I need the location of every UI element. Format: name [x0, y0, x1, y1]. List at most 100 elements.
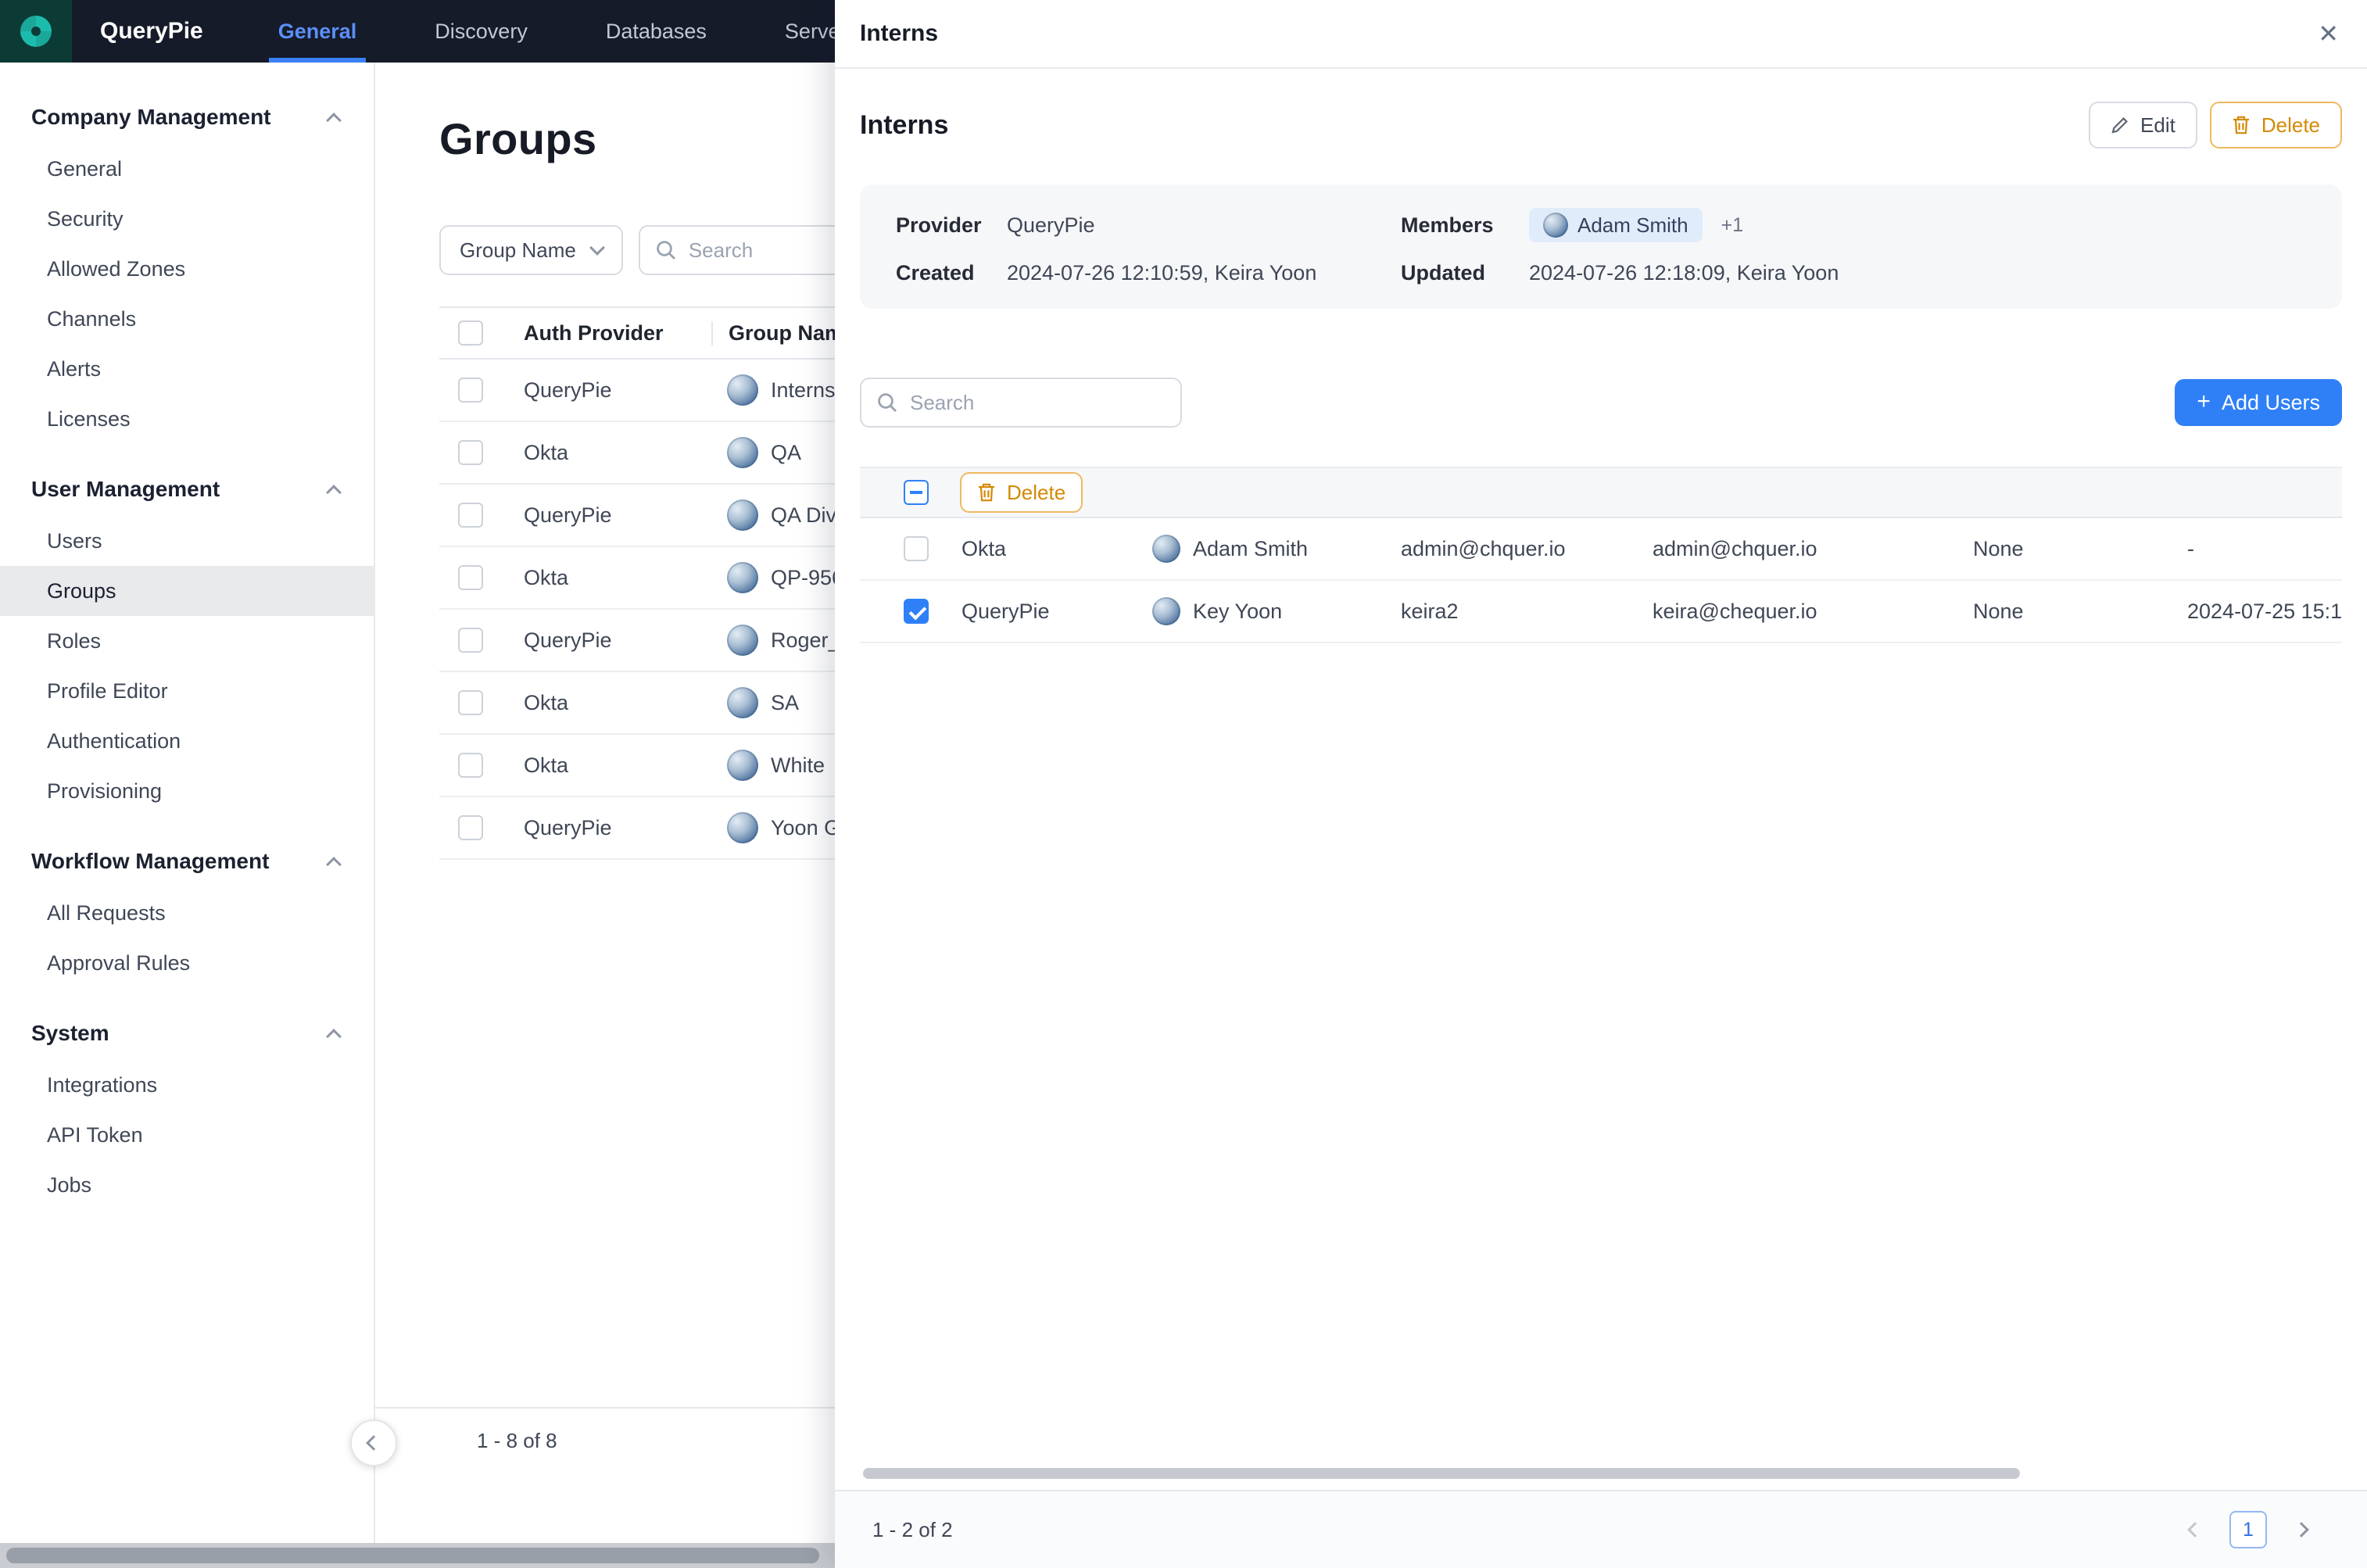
row-checkbox[interactable]	[458, 690, 483, 715]
members-table: Delete Okta Adam Smith admin@chquer.io a…	[860, 467, 2342, 643]
group-info-panel: Provider QueryPie Members Adam Smith +1 …	[860, 184, 2342, 309]
member-avatar	[1543, 213, 1568, 238]
sidebar-item-authentication[interactable]: Authentication	[0, 716, 374, 766]
prev-page-button[interactable]	[2183, 1517, 2208, 1542]
sidebar-item-profile-editor[interactable]: Profile Editor	[0, 666, 374, 716]
member-email: admin@chquer.io	[1653, 537, 1973, 561]
members-label: Members	[1401, 213, 1529, 238]
sidebar-item-jobs[interactable]: Jobs	[0, 1160, 374, 1210]
querypie-logo[interactable]	[0, 0, 72, 63]
members-search-input[interactable]	[910, 391, 1165, 415]
sidebar-item-roles[interactable]: Roles	[0, 616, 374, 666]
querypie-logo-icon	[17, 13, 55, 50]
sidebar-section-title-user-management[interactable]: User Management	[0, 463, 374, 516]
group-avatar	[727, 812, 758, 843]
section-title-label: System	[31, 1021, 109, 1046]
member-row[interactable]: QueryPie Key Yoon keira2 keira@chequer.i…	[860, 581, 2342, 643]
trash-icon	[2232, 115, 2251, 135]
members-search-box	[860, 378, 1182, 428]
delete-button-label: Delete	[2261, 113, 2320, 138]
next-page-button[interactable]	[2289, 1517, 2314, 1542]
row-checkbox[interactable]	[458, 753, 483, 778]
group-name-value[interactable]: Interns	[771, 378, 836, 403]
row-checkbox[interactable]	[458, 378, 483, 403]
delete-group-button[interactable]: Delete	[2210, 102, 2342, 149]
updated-value: 2024-07-26 12:18:09, Keira Yoon	[1529, 261, 2317, 285]
scrollbar-thumb[interactable]	[6, 1548, 819, 1563]
sidebar-item-general[interactable]: General	[0, 144, 374, 194]
pagination-range: 1 - 8 of 8	[477, 1429, 557, 1452]
drawer-title: Interns	[860, 20, 938, 47]
nav-tab-databases[interactable]: Databases	[600, 0, 713, 63]
row-checkbox[interactable]	[458, 440, 483, 465]
section-title-label: Company Management	[31, 105, 271, 130]
created-value: 2024-07-26 12:10:59, Keira Yoon	[1007, 261, 1401, 285]
add-users-button[interactable]: + Add Users	[2175, 379, 2342, 426]
group-name-value[interactable]: SA	[771, 691, 799, 715]
sidebar-section-system: System Integrations API Token Jobs	[0, 1007, 374, 1210]
close-icon[interactable]: ✕	[2318, 21, 2339, 46]
updated-label: Updated	[1401, 261, 1529, 285]
sidebar-item-channels[interactable]: Channels	[0, 294, 374, 344]
drawer-footer: 1 - 2 of 2 1	[835, 1490, 2367, 1568]
sidebar-item-alerts[interactable]: Alerts	[0, 344, 374, 394]
sidebar-section-title-company-management[interactable]: Company Management	[0, 91, 374, 144]
member-date: -	[2187, 537, 2342, 561]
select-all-checkbox[interactable]	[458, 320, 483, 345]
group-detail-drawer: Interns ✕ Interns Edit Delete	[835, 0, 2367, 1568]
drawer-horizontal-scrollbar[interactable]	[863, 1468, 2020, 1479]
sidebar-item-integrations[interactable]: Integrations	[0, 1060, 374, 1110]
group-heading-row: Interns Edit Delete	[860, 102, 2342, 149]
members-toolbar: + Add Users	[860, 378, 2342, 428]
member-row[interactable]: Okta Adam Smith admin@chquer.io admin@ch…	[860, 518, 2342, 581]
sidebar-item-groups[interactable]: Groups	[0, 566, 374, 616]
sidebar-item-users[interactable]: Users	[0, 516, 374, 566]
members-more-count[interactable]: +1	[1721, 214, 1744, 237]
sidebar-item-provisioning[interactable]: Provisioning	[0, 766, 374, 816]
sidebar-collapse-button[interactable]	[350, 1419, 397, 1466]
member-name: Adam Smith	[1193, 537, 1308, 561]
member-chip[interactable]: Adam Smith	[1529, 208, 1703, 242]
group-name-heading: Interns	[860, 110, 948, 141]
nav-tab-discovery[interactable]: Discovery	[428, 0, 534, 63]
row-checkbox[interactable]	[458, 815, 483, 840]
member-provider: Okta	[961, 537, 1152, 561]
row-checkbox[interactable]	[904, 599, 929, 624]
admin-sidebar: Company Management General Security Allo…	[0, 63, 375, 1543]
auth-provider-value: QueryPie	[524, 628, 711, 653]
member-username: keira2	[1401, 600, 1653, 624]
auth-provider-value: QueryPie	[524, 378, 711, 403]
auth-provider-value: QueryPie	[524, 503, 711, 528]
bulk-delete-button[interactable]: Delete	[960, 472, 1083, 513]
pencil-icon	[2111, 116, 2129, 134]
sidebar-item-all-requests[interactable]: All Requests	[0, 888, 374, 938]
column-auth-provider[interactable]: Auth Provider	[524, 321, 711, 345]
provider-label: Provider	[896, 213, 1007, 238]
group-avatar	[727, 687, 758, 718]
row-checkbox[interactable]	[458, 628, 483, 653]
edit-button[interactable]: Edit	[2089, 102, 2197, 149]
page-number-button[interactable]: 1	[2229, 1511, 2267, 1548]
row-checkbox[interactable]	[904, 536, 929, 561]
members-pagination-range: 1 - 2 of 2	[872, 1518, 953, 1542]
chevron-down-icon	[589, 240, 605, 256]
member-name: Key Yoon	[1193, 600, 1282, 624]
row-checkbox[interactable]	[458, 565, 483, 590]
sidebar-item-approval-rules[interactable]: Approval Rules	[0, 938, 374, 988]
member-date: 2024-07-25 15:18:34	[2187, 600, 2342, 624]
sidebar-section-company-management: Company Management General Security Allo…	[0, 91, 374, 444]
row-checkbox[interactable]	[458, 503, 483, 528]
sidebar-item-security[interactable]: Security	[0, 194, 374, 244]
nav-tab-general[interactable]: General	[272, 0, 363, 63]
sidebar-item-api-token[interactable]: API Token	[0, 1110, 374, 1160]
group-name-filter-dropdown[interactable]: Group Name	[439, 225, 623, 275]
sidebar-section-title-system[interactable]: System	[0, 1007, 374, 1060]
sidebar-section-title-workflow-management[interactable]: Workflow Management	[0, 835, 374, 888]
members-value: Adam Smith +1	[1529, 208, 2317, 242]
drawer-header: Interns ✕	[835, 0, 2367, 69]
sidebar-item-allowed-zones[interactable]: Allowed Zones	[0, 244, 374, 294]
sidebar-item-licenses[interactable]: Licenses	[0, 394, 374, 444]
group-name-value[interactable]: White	[771, 754, 825, 778]
select-all-checkbox[interactable]	[904, 480, 929, 505]
group-name-value[interactable]: QA	[771, 441, 801, 465]
